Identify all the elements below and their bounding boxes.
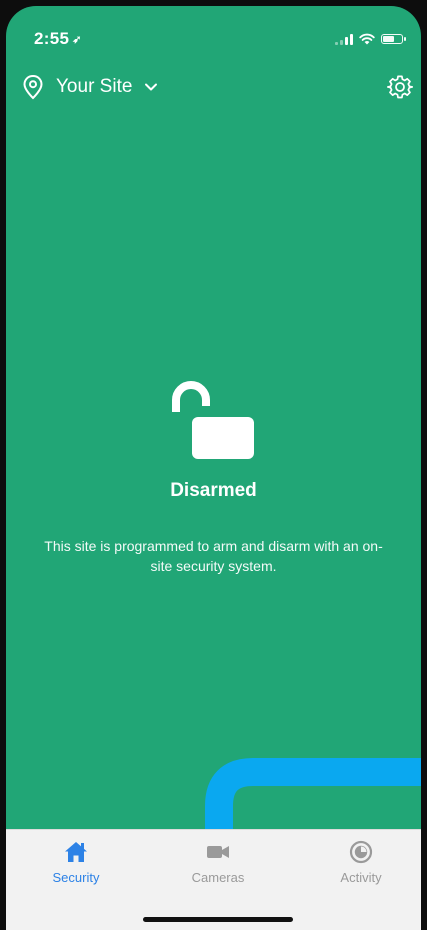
site-name: Your Site [56, 76, 133, 97]
video-camera-icon [207, 846, 229, 858]
site-header: Your Site [6, 68, 421, 116]
status-icons [335, 33, 406, 45]
cellular-signal-icon [335, 33, 353, 45]
time-text: 2:55 [34, 29, 70, 48]
tab-bar: Security Cameras Activity [6, 829, 421, 930]
status-time: 2:55 ➶ [34, 29, 82, 49]
tab-cameras-label: Cameras [191, 870, 245, 885]
map-pin-icon [23, 74, 43, 100]
security-status-panel: Disarmed This site is programmed to arm … [6, 376, 421, 576]
phone-screen: 2:55 ➶ Your Site Disarmed This site is p… [6, 6, 421, 930]
gear-icon[interactable] [387, 74, 413, 100]
tab-activity-label: Activity [340, 870, 382, 885]
activity-dial-icon [349, 840, 373, 864]
site-selector[interactable]: Your Site [22, 74, 158, 100]
unlocked-padlock-icon [171, 381, 254, 459]
location-arrow-icon: ➶ [72, 34, 82, 46]
chevron-down-icon [145, 83, 158, 91]
security-status-title: Disarmed [170, 480, 257, 501]
tab-cameras[interactable]: Cameras [158, 840, 278, 885]
tab-security-label: Security [52, 870, 100, 885]
wifi-icon [359, 33, 375, 45]
tab-activity[interactable]: Activity [301, 840, 421, 885]
status-bar: 2:55 ➶ [6, 6, 421, 68]
security-status-description: This site is programmed to arm and disar… [44, 538, 383, 574]
home-icon [65, 842, 87, 862]
tab-security[interactable]: Security [16, 840, 136, 885]
home-indicator [143, 917, 293, 922]
battery-icon [381, 34, 406, 44]
